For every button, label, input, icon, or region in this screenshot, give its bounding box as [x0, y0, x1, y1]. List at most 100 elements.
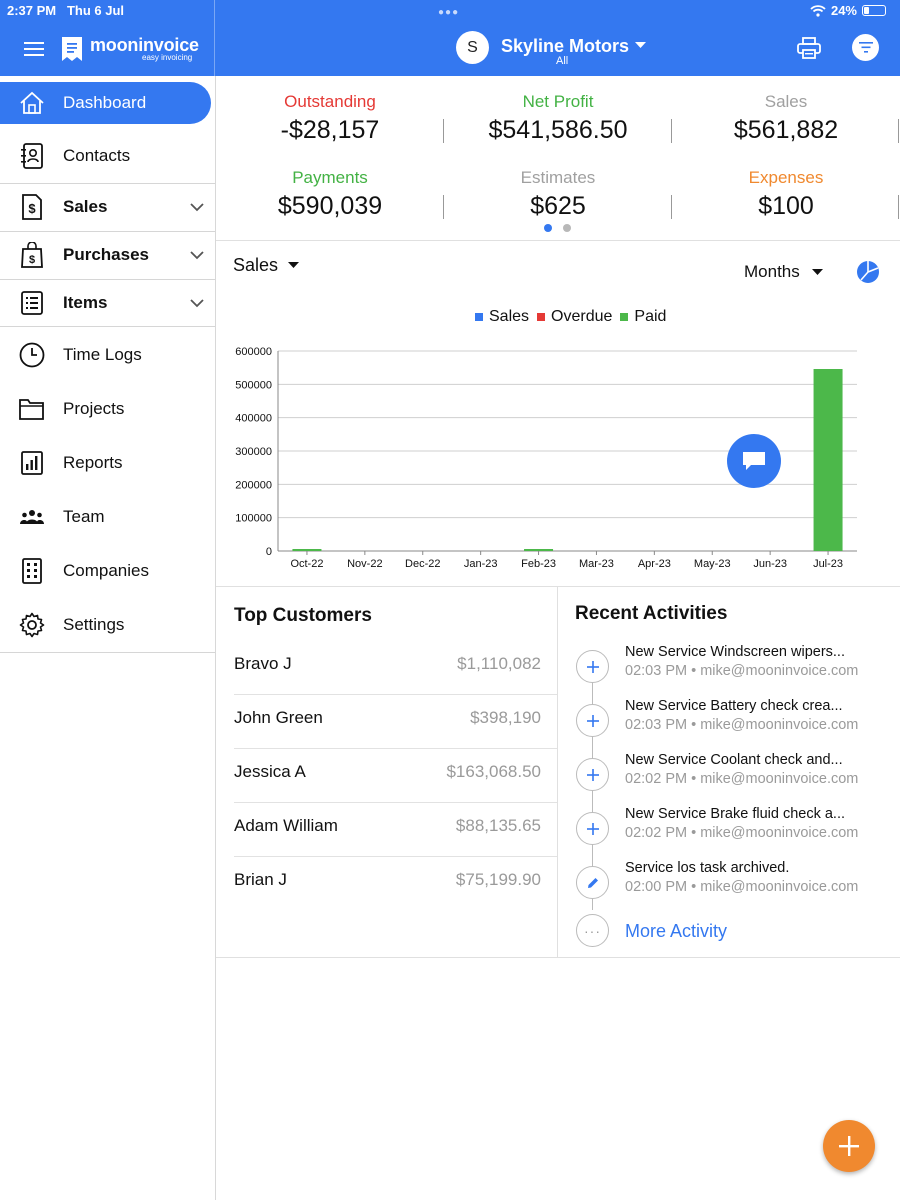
clock-icon	[18, 341, 46, 369]
x-tick-label: Jan-23	[464, 558, 498, 570]
top-bar: 2:37 PM Thu 6 Jul ●●● 24% mooninvoice ea…	[0, 0, 900, 76]
stat-divider	[671, 119, 672, 143]
sidebar-item-companies[interactable]: Companies	[0, 549, 215, 593]
legend-item-sales[interactable]: Sales	[475, 308, 529, 326]
page-indicator[interactable]	[544, 224, 571, 232]
x-tick-label: Apr-23	[638, 558, 671, 570]
sidebar-item-sales[interactable]: $ Sales	[0, 185, 215, 229]
chevron-down-icon	[190, 251, 204, 260]
row-divider	[234, 802, 557, 803]
customer-row[interactable]: Brian J $75,199.90	[234, 856, 557, 910]
page-dot-active	[544, 224, 552, 232]
top-customers-title: Top Customers	[234, 605, 372, 626]
company-selector[interactable]: S Skyline Motors All	[456, 31, 656, 71]
sidebar-item-label: Reports	[63, 453, 123, 472]
team-icon	[18, 503, 46, 531]
stat-title: Net Profit	[522, 92, 594, 111]
sidebar-item-label: Time Logs	[63, 345, 142, 364]
sidebar-item-purchases[interactable]: $ Purchases	[0, 233, 215, 277]
sidebar-item-contacts[interactable]: Contacts	[0, 134, 215, 178]
activity-title: Service los task archived.	[625, 860, 790, 876]
sidebar-item-label: Contacts	[63, 146, 131, 165]
caret-down-icon	[811, 268, 823, 275]
stat-divider	[443, 195, 444, 219]
recent-activities-title: Recent Activities	[575, 603, 728, 624]
activity-item[interactable]: New Service Brake fluid check a... 02:02 …	[576, 806, 886, 860]
activity-title: New Service Battery check crea...	[625, 698, 843, 714]
stat-net-profit[interactable]: Net Profit $541,586.50	[448, 92, 668, 145]
activity-title: New Service Windscreen wipers...	[625, 644, 845, 660]
activity-meta: 02:03 PM • mike@mooninvoice.com	[625, 663, 859, 679]
multitask-dots[interactable]: ●●●	[438, 7, 459, 18]
sidebar-item-reports[interactable]: Reports	[0, 441, 215, 485]
more-activity-link[interactable]: ··· More Activity	[576, 914, 776, 950]
stat-value: $561,882	[733, 116, 839, 144]
period-dropdown[interactable]: Months	[744, 262, 823, 282]
chart-type-dropdown[interactable]: Sales	[233, 255, 300, 276]
contacts-icon	[18, 142, 46, 170]
activity-item[interactable]: New Service Windscreen wipers... 02:03 PM…	[576, 644, 886, 698]
stat-divider	[898, 195, 899, 219]
x-tick-label: Dec-22	[405, 558, 440, 570]
row-divider	[234, 694, 557, 695]
activity-item[interactable]: New Service Battery check crea... 02:03 P…	[576, 698, 886, 752]
more-dots-icon: ···	[576, 914, 609, 947]
print-icon[interactable]	[797, 37, 821, 59]
plus-icon	[839, 1136, 859, 1156]
menu-icon[interactable]	[24, 41, 44, 57]
column-divider	[557, 587, 558, 958]
stat-expenses[interactable]: Expenses $100	[676, 168, 896, 221]
stat-title: Sales	[764, 92, 808, 111]
activity-item[interactable]: New Service Coolant check and... 02:02 PM…	[576, 752, 886, 806]
customer-name: Jessica A	[234, 762, 306, 781]
legend-item-overdue[interactable]: Overdue	[537, 308, 612, 326]
pie-chart-icon[interactable]	[856, 260, 880, 284]
sales-bar-chart: 0 100000 200000 300000 400000 500000 600000 Oct…	[235, 346, 857, 570]
customer-row[interactable]: Jessica A $163,068.50	[234, 748, 557, 802]
sidebar-item-label: Settings	[63, 615, 125, 634]
legend-item-paid[interactable]: Paid	[620, 308, 666, 326]
section-divider	[216, 240, 900, 241]
sidebar-item-time-logs[interactable]: Time Logs	[0, 333, 215, 377]
activity-item[interactable]: Service los task archived. 02:00 PM • mik…	[576, 860, 886, 914]
sidebar-item-label: Purchases	[63, 245, 149, 264]
customer-name: Adam William	[234, 816, 338, 835]
status-time: 2:37 PM Thu 6 Jul	[7, 3, 125, 18]
stat-payments[interactable]: Payments $590,039	[220, 168, 440, 221]
sidebar-item-dashboard[interactable]: Dashboard	[0, 82, 211, 124]
stat-divider	[443, 119, 444, 143]
y-tick-label: 400000	[235, 413, 272, 425]
sidebar-item-team[interactable]: Team	[0, 495, 215, 539]
sidebar-item-label: Sales	[63, 197, 108, 216]
chat-support-button[interactable]	[727, 434, 781, 488]
filter-icon	[858, 42, 873, 53]
customer-row[interactable]: John Green $398,190	[234, 694, 557, 748]
stat-sales[interactable]: Sales $561,882	[676, 92, 896, 145]
customer-row[interactable]: Bravo J $1,110,082	[234, 640, 541, 694]
sidebar-item-label: Dashboard	[63, 93, 147, 112]
x-tick-label: Nov-22	[347, 558, 382, 570]
stat-estimates[interactable]: Estimates $625	[448, 168, 668, 221]
svg-text:$: $	[29, 254, 35, 266]
chevron-down-icon	[190, 299, 204, 308]
plus-icon	[576, 812, 609, 845]
y-tick-label: 500000	[235, 379, 272, 391]
x-tick-label: May-23	[694, 558, 731, 570]
pencil-icon	[576, 866, 609, 899]
x-tick-label: Jun-23	[753, 558, 787, 570]
bar-paid	[813, 369, 843, 551]
add-button[interactable]	[823, 1120, 875, 1172]
svg-text:$: $	[28, 201, 36, 216]
stat-outstanding[interactable]: Outstanding -$28,157	[220, 92, 440, 145]
plus-icon	[576, 704, 609, 737]
companies-icon	[18, 557, 46, 585]
battery-icon	[862, 5, 886, 16]
sidebar-item-label: Items	[63, 293, 108, 312]
filter-button[interactable]	[852, 34, 879, 61]
sidebar-item-projects[interactable]: Projects	[0, 387, 215, 431]
stat-value: $541,586.50	[488, 116, 628, 144]
bar-paid	[292, 549, 322, 551]
sidebar-item-settings[interactable]: Settings	[0, 603, 215, 647]
sidebar-item-items[interactable]: Items	[0, 281, 215, 325]
customer-row[interactable]: Adam William $88,135.65	[234, 802, 557, 856]
